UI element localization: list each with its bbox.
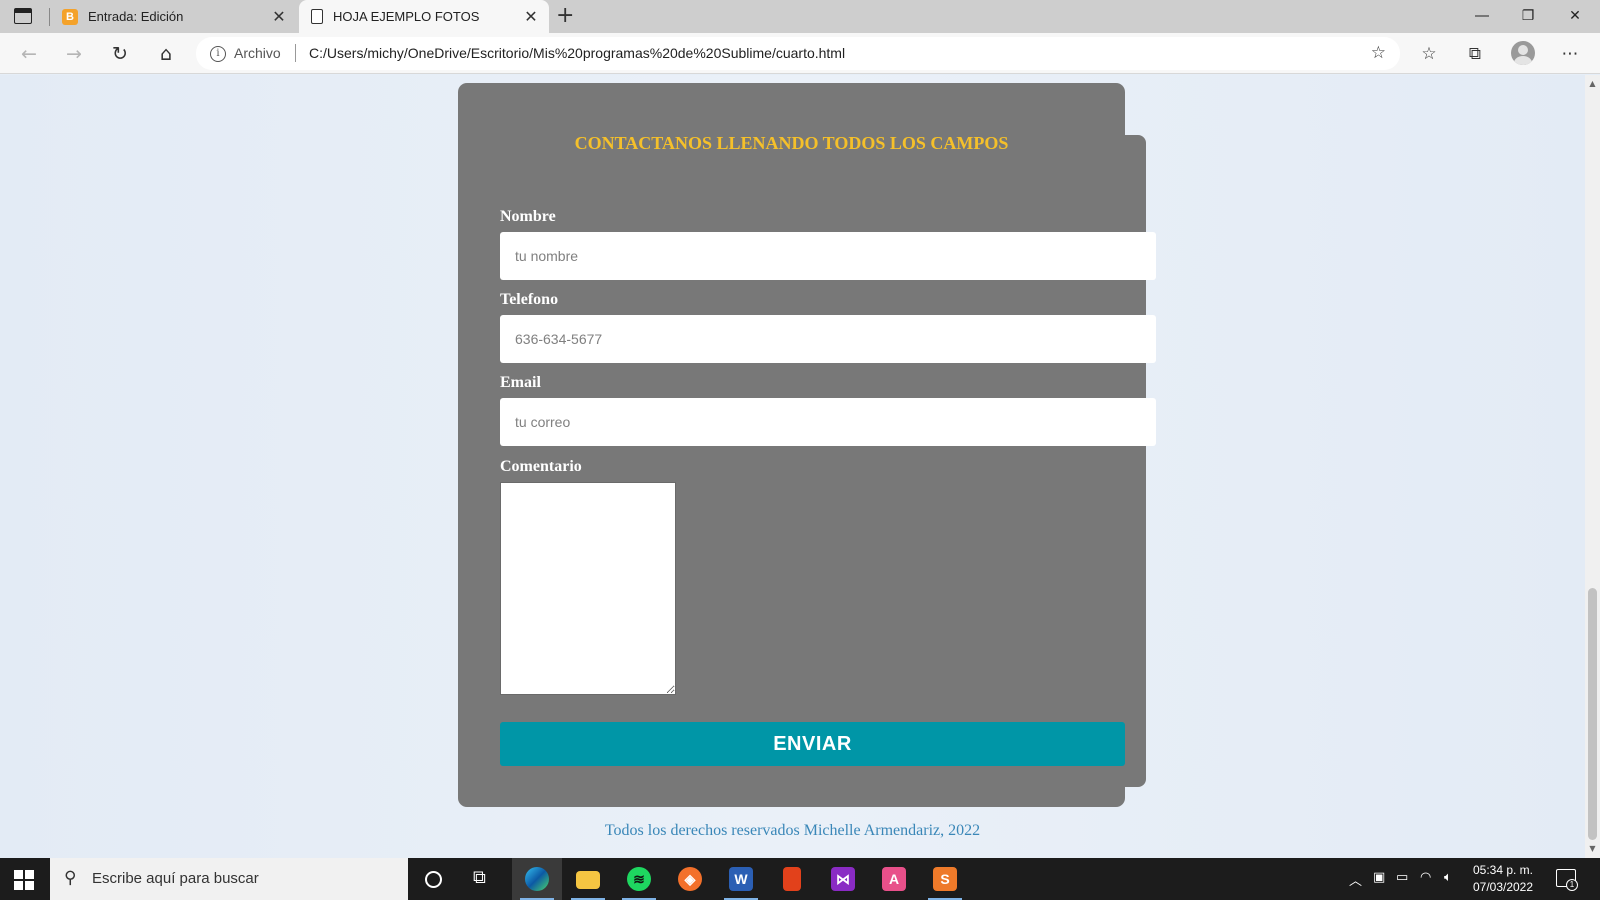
minimize-icon[interactable]: ―	[1459, 0, 1505, 33]
tab-entrada-edicion[interactable]: B Entrada: Edición ✕	[52, 0, 297, 33]
file-explorer-icon	[576, 871, 600, 889]
profile-avatar[interactable]	[1511, 41, 1535, 65]
brave-icon: ◈	[678, 867, 702, 891]
close-window-icon[interactable]: ✕	[1552, 0, 1598, 33]
form-title: CONTACTANOS LLENANDO TODOS LOS CAMPOS	[574, 133, 1009, 153]
sublime-text-icon: S	[933, 867, 957, 891]
close-tab-icon[interactable]: ✕	[519, 7, 543, 27]
taskbar-file-explorer[interactable]	[563, 858, 613, 900]
info-icon[interactable]: i	[210, 46, 226, 62]
visual-studio-icon: ⋈	[831, 867, 855, 891]
tab-actions-icon[interactable]	[14, 8, 32, 24]
taskbar-search[interactable]: ⚲ Escribe aquí para buscar	[50, 858, 408, 900]
name-label: Nombre	[500, 208, 556, 225]
clock-time: 05:34 p. m.	[1472, 863, 1534, 877]
acrobat-icon: A	[882, 867, 906, 891]
back-icon[interactable]: ←	[15, 40, 43, 68]
taskbar-brave[interactable]: ◈	[665, 858, 715, 900]
taskbar-word[interactable]: W	[716, 858, 766, 900]
scroll-down-icon[interactable]: ▼	[1585, 842, 1600, 856]
tab-hoja-ejemplo-fotos[interactable]: HOJA EJEMPLO FOTOS ✕	[299, 0, 549, 33]
browser-toolbar: ← → ↻ ⌂ i Archivo C:/Users/michy/OneDriv…	[0, 33, 1600, 74]
forward-icon[interactable]: →	[60, 40, 88, 68]
task-view-icon[interactable]: ⧉	[473, 867, 486, 888]
scroll-up-icon[interactable]: ▲	[1585, 77, 1600, 91]
clock-date: 07/03/2022	[1472, 880, 1534, 894]
taskbar-spotify[interactable]: ≋	[614, 858, 664, 900]
comment-textarea[interactable]	[500, 482, 676, 695]
name-input[interactable]	[500, 232, 1156, 280]
browser-tab-bar: B Entrada: Edición ✕ HOJA EJEMPLO FOTOS …	[0, 0, 1600, 33]
tab-label: Entrada: Edición	[88, 9, 184, 24]
show-hidden-icons-icon[interactable]: ︿	[1349, 870, 1362, 889]
windows-taskbar: ⚲ Escribe aquí para buscar ⧉ ≋ ◈ W ⋈ A S…	[0, 858, 1600, 900]
meet-now-icon[interactable]: ▣	[1373, 870, 1385, 885]
vertical-scrollbar[interactable]: ▲ ▼	[1585, 75, 1600, 858]
address-separator	[295, 44, 296, 62]
taskbar-acrobat[interactable]: A	[869, 858, 919, 900]
more-options-icon[interactable]: ⋯	[1555, 40, 1585, 68]
add-favorite-icon[interactable]: ☆	[1371, 43, 1386, 63]
blogger-icon: B	[62, 8, 78, 25]
collections-icon[interactable]: ⧉	[1460, 40, 1490, 68]
office-icon	[783, 867, 801, 891]
taskbar-sublime-text[interactable]: S	[920, 858, 970, 900]
favorites-icon[interactable]: ☆	[1414, 40, 1444, 68]
refresh-icon[interactable]: ↻	[106, 40, 134, 68]
word-icon: W	[729, 867, 753, 891]
network-icon[interactable]: ◠	[1420, 870, 1431, 885]
address-bar[interactable]: i Archivo C:/Users/michy/OneDrive/Escrit…	[196, 37, 1400, 70]
phone-label: Telefono	[500, 291, 559, 308]
volume-icon[interactable]: 🔈︎	[1444, 870, 1452, 885]
battery-icon[interactable]: ▭	[1396, 870, 1408, 885]
taskbar-office[interactable]	[767, 858, 817, 900]
edge-icon	[525, 867, 549, 891]
tab-separator	[49, 8, 50, 26]
phone-input[interactable]	[500, 315, 1156, 363]
windows-start-icon[interactable]	[14, 870, 34, 890]
close-tab-icon[interactable]: ✕	[267, 7, 291, 27]
taskbar-search-placeholder: Escribe aquí para buscar	[92, 870, 259, 887]
search-icon: ⚲	[64, 868, 77, 887]
home-icon[interactable]: ⌂	[152, 40, 180, 68]
comment-label: Comentario	[500, 458, 582, 475]
cortana-icon[interactable]	[425, 871, 442, 888]
taskbar-clock[interactable]: 05:34 p. m. 07/03/2022	[1465, 862, 1541, 896]
email-input[interactable]	[500, 398, 1156, 446]
restore-icon[interactable]: ❐	[1505, 0, 1551, 33]
document-icon	[311, 9, 323, 24]
address-origin-label: Archivo	[234, 45, 281, 61]
contact-form-card: CONTACTANOS LLENANDO TODOS LOS CAMPOS No…	[458, 83, 1156, 807]
page-viewport: CONTACTANOS LLENANDO TODOS LOS CAMPOS No…	[0, 75, 1585, 858]
scroll-thumb[interactable]	[1588, 588, 1597, 840]
taskbar-edge[interactable]	[512, 858, 562, 900]
address-url[interactable]: C:/Users/michy/OneDrive/Escritorio/Mis%2…	[309, 45, 845, 61]
email-label: Email	[500, 374, 541, 391]
footer-copyright: Todos los derechos reservados Michelle A…	[604, 822, 981, 839]
new-tab-icon[interactable]: +	[556, 3, 574, 28]
tab-label: HOJA EJEMPLO FOTOS	[333, 9, 480, 24]
notification-count-badge: 1	[1566, 879, 1578, 891]
spotify-icon: ≋	[627, 867, 651, 891]
submit-button[interactable]: ENVIAR	[500, 722, 1125, 766]
taskbar-visual-studio[interactable]: ⋈	[818, 858, 868, 900]
